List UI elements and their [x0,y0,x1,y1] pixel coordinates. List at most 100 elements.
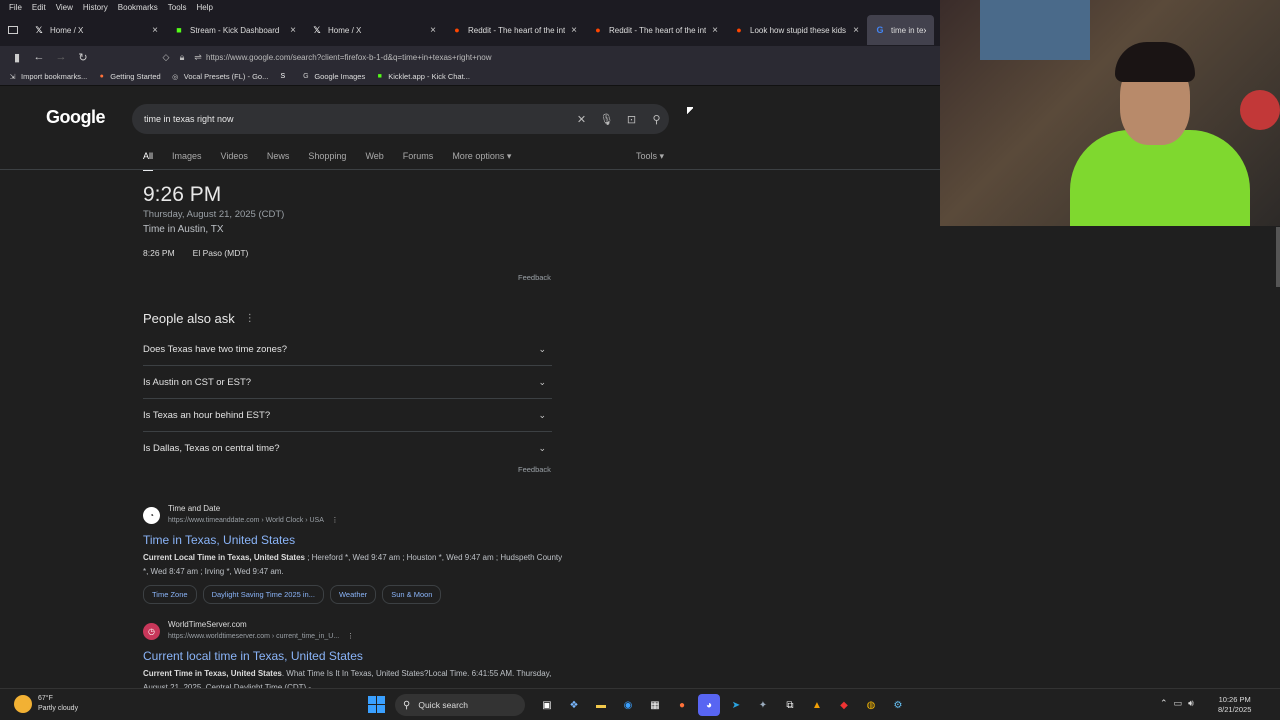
lock-icon[interactable]: 🔒︎ [174,52,190,63]
browser-tab[interactable]: 𝕏 Home / X × [304,15,444,45]
chevron-down-icon[interactable]: ⌄ [538,377,546,388]
tab-overview-button[interactable] [0,14,26,46]
network-icon[interactable]: ▭ [1174,698,1183,709]
search-tab[interactable]: Forums [403,151,434,171]
close-tab-icon[interactable]: × [152,25,158,36]
search-tab[interactable]: More options ▾ [452,151,511,171]
result-title-link[interactable]: Time in Texas, United States [143,533,563,547]
sitelink-chip[interactable]: Time Zone [143,585,197,604]
close-tab-icon[interactable]: × [290,25,296,36]
bookmark-item[interactable]: ■ Kicklet.app - Kick Chat... [375,72,470,81]
forward-button[interactable]: → [50,46,72,68]
microphone-icon[interactable]: 🎙︎ [594,113,619,126]
more-vert-icon[interactable]: ⋮ [245,313,255,324]
bookmark-item[interactable]: S [278,72,291,81]
page-scrollbar[interactable] [1276,227,1280,287]
close-tab-icon[interactable]: × [853,25,859,36]
bookmark-item[interactable]: ⇲ Import bookmarks... [8,72,88,81]
close-tab-icon[interactable]: × [430,25,436,36]
partly-cloudy-icon [14,695,32,713]
tools-button[interactable]: Tools ▾ [636,151,664,162]
file-explorer-icon[interactable]: ▬ [590,694,612,716]
result-site-name[interactable]: Time and Date [168,503,338,515]
url-bar[interactable]: ◇ 🔒︎ ⇌ https://www.google.com/search?cli… [158,48,940,66]
more-vert-icon[interactable]: ⋮ [331,517,338,524]
taskbar-clock[interactable]: 10:26 PM 8/21/2025 [1218,695,1251,715]
shield-icon[interactable]: ◇ [158,52,174,63]
result-url[interactable]: https://www.timeanddate.com › World Cloc… [168,517,323,524]
menu-item-view[interactable]: View [51,3,78,12]
google-logo[interactable]: Google [46,107,106,128]
weather-widget[interactable]: 67°F Partly cloudy [14,694,78,714]
sidebar-button[interactable]: ▮ [6,46,28,68]
menu-item-edit[interactable]: Edit [27,3,51,12]
menu-item-help[interactable]: Help [191,3,217,12]
chevron-down-icon[interactable]: ⌄ [538,443,546,454]
sitelink-chip[interactable]: Sun & Moon [382,585,442,604]
chevron-down-icon[interactable]: ⌄ [538,344,546,355]
clear-icon[interactable]: ✕ [569,113,594,126]
search-box[interactable]: time in texas right now ✕ 🎙︎ ⊡ ⚲ [132,104,669,134]
bookmark-item[interactable]: ● Getting Started [97,72,161,81]
menu-item-file[interactable]: File [4,3,27,12]
search-tab[interactable]: Videos [221,151,248,171]
chevron-down-icon[interactable]: ⌄ [538,410,546,421]
chevron-up-icon[interactable]: ⌃ [1160,698,1168,709]
bookmark-item[interactable]: ◎ Vocal Presets (FL) - Go... [171,72,268,81]
search-tab[interactable]: Web [365,151,383,171]
close-tab-icon[interactable]: × [712,25,718,36]
reload-button[interactable]: ↻ [72,46,94,68]
browser-tab[interactable]: ● Look how stupid these kids are × [726,15,867,45]
menu-item-bookmarks[interactable]: Bookmarks [113,3,163,12]
result-site[interactable]: ◔ Time and Date https://www.timeanddate.… [143,503,563,527]
paa-question[interactable]: Is Dallas, Texas on central time? ⌄ [143,432,552,465]
sitelink-chip[interactable]: Weather [329,585,377,604]
search-icon[interactable]: ⚲ [644,113,669,126]
back-button[interactable]: ← [28,46,50,68]
browser-tab[interactable]: Gtime in texas ri [867,15,934,45]
search-tab[interactable]: Images [172,151,202,171]
edge-icon[interactable]: ◉ [617,694,639,716]
browser-tab[interactable]: 𝕏 Home / X × [26,15,166,45]
url-text[interactable]: https://www.google.com/search?client=fir… [206,53,491,62]
feedback-link[interactable]: Feedback [518,465,551,474]
paa-question[interactable]: Is Austin on CST or EST? ⌄ [143,366,552,399]
result-site-name[interactable]: WorldTimeServer.com [168,619,354,631]
permissions-icon[interactable]: ⇌ [190,52,206,63]
more-vert-icon[interactable]: ⋮ [347,633,354,640]
start-button[interactable] [368,696,385,713]
menu-item-history[interactable]: History [78,3,113,12]
volume-icon[interactable]: 🔊︎ [1188,698,1194,709]
paa-question[interactable]: Is Texas an hour behind EST? ⌄ [143,399,552,432]
result-title-link[interactable]: Current local time in Texas, United Stat… [143,649,563,663]
browser-tab[interactable]: ● Reddit - The heart of the intern × [444,15,585,45]
steam-icon[interactable]: ⚙ [887,694,909,716]
taskbar-search[interactable]: ⚲ Quick search [395,694,525,716]
capcut-icon[interactable]: ⧉ [779,694,801,716]
bookmark-item[interactable]: G Google Images [301,72,365,81]
search-tab[interactable]: News [267,151,290,171]
telegram-icon[interactable]: ➤ [725,694,747,716]
close-tab-icon[interactable]: × [571,25,577,36]
search-tab[interactable]: All [143,151,153,171]
browser-tab[interactable]: ● Reddit - The heart of the intern × [585,15,726,45]
rsi-launcher-icon[interactable]: ✦ [752,694,774,716]
sitelink-chip[interactable]: Daylight Saving Time 2025 in... [202,585,324,604]
app-icon[interactable]: ◆ [833,694,855,716]
result-url[interactable]: https://www.worldtimeserver.com › curren… [168,633,339,640]
paa-question[interactable]: Does Texas have two time zones? ⌄ [143,333,552,366]
search-input[interactable]: time in texas right now [144,114,569,124]
lens-icon[interactable]: ⊡ [619,113,644,126]
result-site[interactable]: ◷ WorldTimeServer.com https://www.worldt… [143,619,563,643]
copilot-icon[interactable]: ❖ [563,694,585,716]
feedback-link[interactable]: Feedback [518,273,551,282]
chrome-icon[interactable]: ◍ [860,694,882,716]
store-icon[interactable]: ▦ [644,694,666,716]
firefox-icon[interactable]: ● [671,694,693,716]
menu-item-tools[interactable]: Tools [163,3,192,12]
app-icon[interactable]: ▲ [806,694,828,716]
discord-icon[interactable]: ◕ [698,694,720,716]
browser-tab[interactable]: ■ Stream - Kick Dashboard × [166,15,304,45]
task-view-icon[interactable]: ▣ [536,694,558,716]
search-tab[interactable]: Shopping [308,151,346,171]
